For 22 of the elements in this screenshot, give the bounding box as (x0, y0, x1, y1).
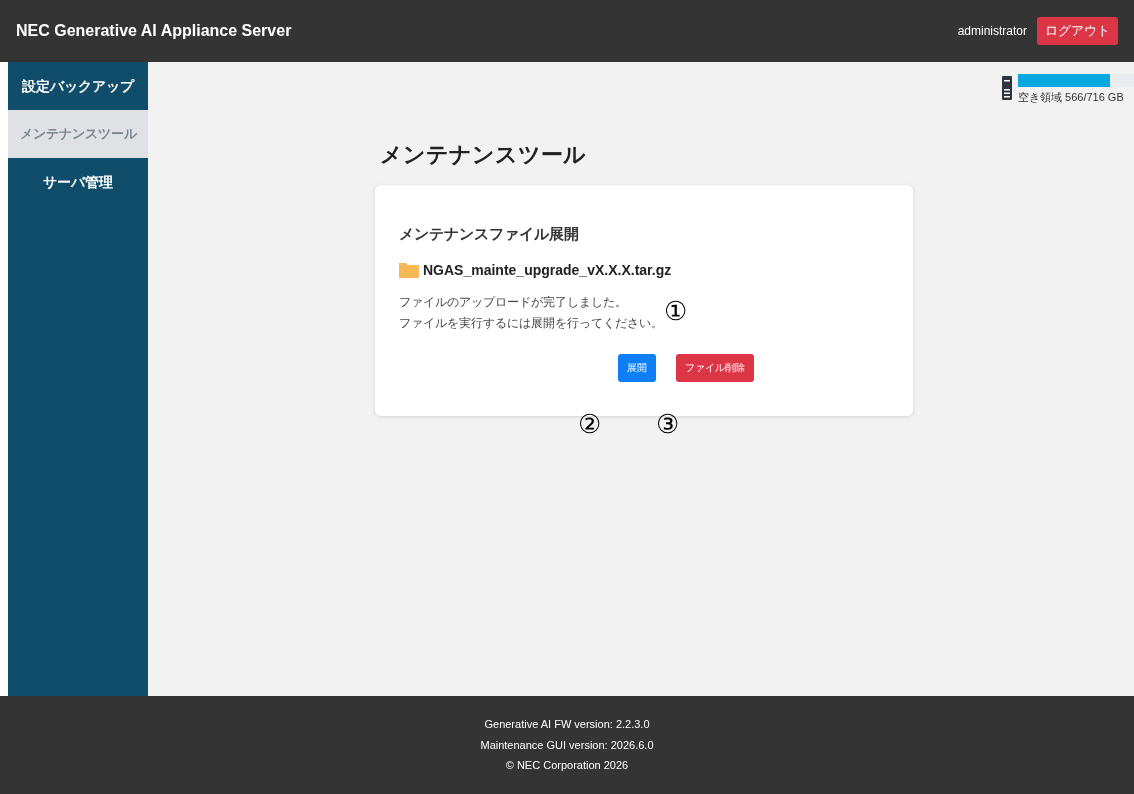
message-text: ファイルを実行するには展開を行ってください。 (399, 314, 663, 332)
callout-number: ① (664, 295, 687, 328)
footer-text: © NEC Corporation 2026 (505, 758, 629, 774)
callout-number: ③ (656, 408, 679, 441)
extract-button[interactable]: 展開 (618, 353, 656, 382)
user-name: administrator (957, 23, 1027, 40)
server-icon (1002, 76, 1012, 100)
logout-button[interactable]: ログアウト (1037, 17, 1118, 45)
sidebar-item[interactable]: 設定バックアップ (8, 62, 148, 110)
footer-text: Generative AI FW version: 2.2.3.0 (484, 717, 650, 733)
callout-number: ② (578, 408, 601, 441)
folder-icon (399, 262, 419, 278)
sidebar-item[interactable]: サーバ管理 (8, 158, 148, 206)
delete-button[interactable]: ファイル削除 (676, 353, 754, 382)
card-title: メンテナンスファイル展開 (399, 224, 580, 244)
footer-text: Maintenance GUI version: 2026.6.0 (480, 737, 654, 753)
message-text: ファイルのアップロードが完了しました。 (399, 293, 627, 311)
app-title: NEC Generative AI Appliance Server (16, 21, 292, 41)
page-title: メンテナンスツール (380, 141, 586, 169)
file-name: NGAS_mainte_upgrade_vX.X.X.tar.gz (423, 260, 672, 280)
sidebar-item[interactable]: メンテナンスツール (8, 110, 148, 158)
storage-label: 空き領域 566/716 GB (1018, 90, 1125, 105)
